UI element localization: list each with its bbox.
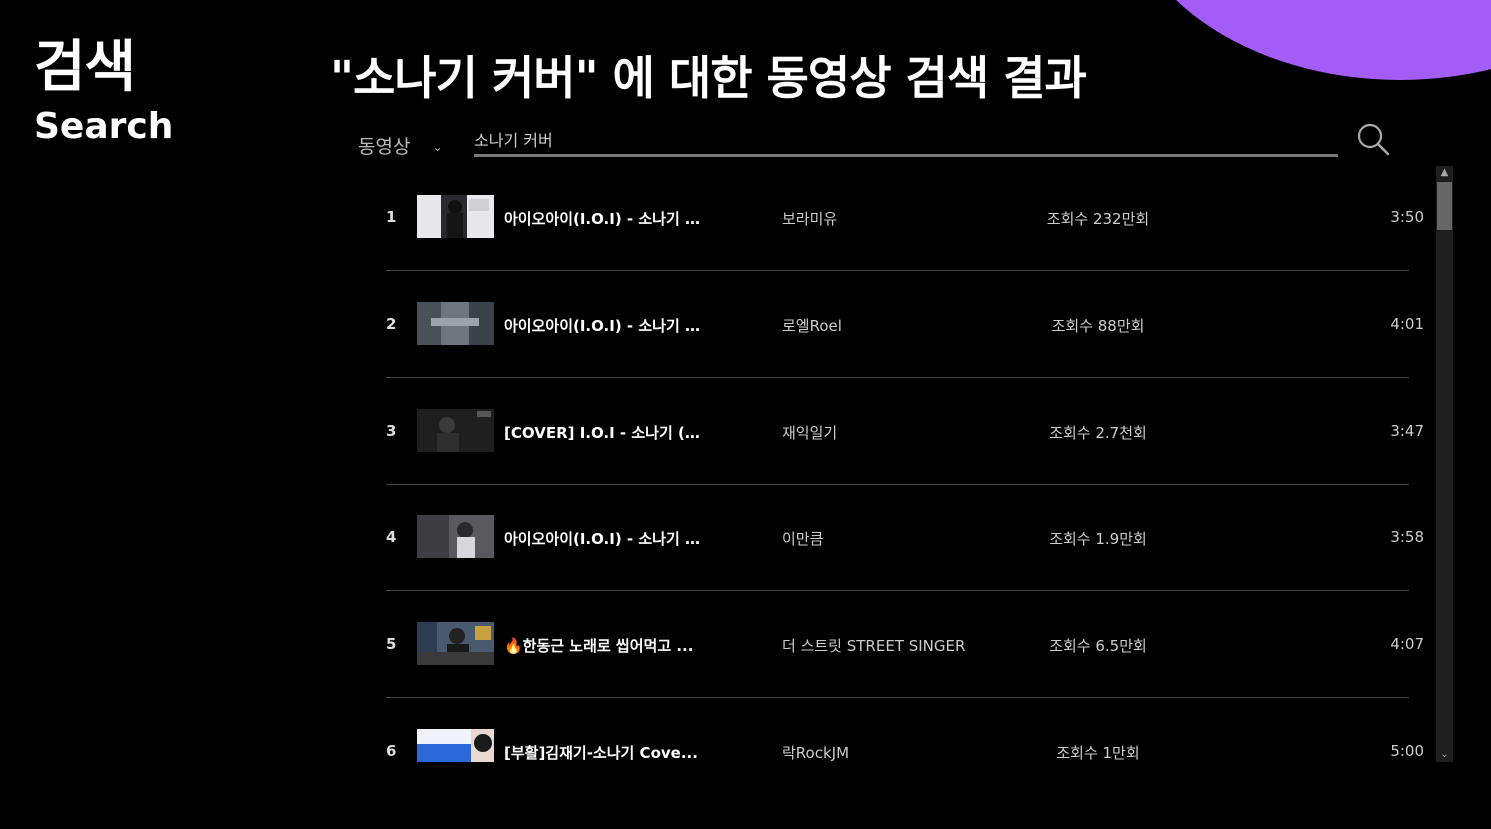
search-icon (1357, 123, 1390, 156)
list-item[interactable]: 1 아이오아이(I.O.I) - 소나기 ... 보라미유 조회수 232만회 … (386, 164, 1424, 271)
video-title[interactable]: 🔥한동근 노래로 씹어먹고 ... (504, 635, 700, 656)
video-duration: 3:58 (1390, 528, 1424, 546)
rank-number: 2 (386, 315, 397, 333)
scroll-down-arrow-icon[interactable]: ⌄ (1436, 748, 1453, 762)
video-title[interactable]: [COVER] I.O.I - 소나기 (... (504, 422, 700, 443)
results-scrollbar[interactable]: ▲ ⌄ (1436, 166, 1453, 762)
channel-name[interactable]: 이만큼 (782, 528, 1022, 549)
channel-name[interactable]: 보라미유 (782, 208, 1022, 229)
decorative-purple-blob (1120, 0, 1491, 80)
video-thumbnail[interactable] (417, 409, 494, 452)
search-type-select[interactable]: 동영상 ⌄ (358, 132, 443, 159)
video-duration: 4:01 (1390, 315, 1424, 333)
channel-name[interactable]: 재익일기 (782, 422, 1022, 443)
view-count: 조회수 88만회 (1051, 317, 1145, 335)
search-type-selected: 동영상 (358, 136, 411, 158)
sidebar-title-english: Search (34, 106, 174, 147)
video-title[interactable]: 아이오아이(I.O.I) - 소나기 ... (504, 315, 700, 336)
video-thumbnail[interactable] (417, 729, 494, 762)
rank-number: 6 (386, 742, 397, 760)
view-count: 조회수 6.5만회 (1049, 637, 1147, 655)
chevron-down-icon: ⌄ (432, 139, 443, 154)
view-count: 조회수 232만회 (1046, 210, 1150, 228)
rank-number: 3 (386, 422, 397, 440)
video-thumbnail[interactable] (417, 302, 494, 345)
channel-name[interactable]: 더 스트릿 STREET SINGER (782, 635, 1022, 656)
rank-number: 5 (386, 635, 397, 653)
scrollbar-thumb[interactable] (1437, 182, 1452, 230)
video-title[interactable]: 아이오아이(I.O.I) - 소나기 ... (504, 528, 700, 549)
search-button[interactable] (1356, 122, 1392, 158)
channel-name[interactable]: 로엘Roel (782, 315, 1022, 336)
rank-number: 4 (386, 528, 397, 546)
scroll-up-arrow-icon[interactable]: ▲ (1436, 166, 1453, 180)
results-list: 1 아이오아이(I.O.I) - 소나기 ... 보라미유 조회수 232만회 … (386, 164, 1454, 762)
video-thumbnail[interactable] (417, 622, 494, 665)
search-input[interactable] (474, 124, 1338, 157)
list-item[interactable]: 2 아이오아이(I.O.I) - 소나기 ... 로엘Roel 조회수 88만회… (386, 271, 1424, 378)
view-count: 조회수 2.7천회 (1049, 424, 1147, 442)
video-thumbnail[interactable] (417, 195, 494, 238)
list-item[interactable]: 6 [부활]김재기-소나기 Cove... 락RockJM 조회수 1만회 5:… (386, 698, 1424, 762)
video-thumbnail[interactable] (417, 515, 494, 558)
channel-name[interactable]: 락RockJM (782, 742, 1022, 762)
list-item[interactable]: 4 아이오아이(I.O.I) - 소나기 ... 이만큼 조회수 1.9만회 3… (386, 484, 1424, 591)
sidebar-title-korean: 검색 (34, 35, 136, 100)
view-count: 조회수 1만회 (1056, 744, 1140, 762)
video-title[interactable]: 아이오아이(I.O.I) - 소나기 ... (504, 208, 700, 229)
list-item[interactable]: 3 [COVER] I.O.I - 소나기 (... 재익일기 조회수 2.7천… (386, 378, 1424, 485)
page-title: "소나기 커버" 에 대한 동영상 검색 결과 (330, 51, 1087, 105)
page: 검색 Search "소나기 커버" 에 대한 동영상 검색 결과 동영상 ⌄ … (0, 0, 1491, 829)
video-duration: 3:50 (1390, 208, 1424, 226)
search-bar: 동영상 ⌄ (358, 122, 1398, 164)
view-count: 조회수 1.9만회 (1049, 530, 1147, 548)
video-title[interactable]: [부활]김재기-소나기 Cove... (504, 742, 700, 762)
rank-number: 1 (386, 208, 397, 226)
video-duration: 3:47 (1390, 422, 1424, 440)
list-item[interactable]: 5 🔥한동근 노래로 씹어먹고 ... 더 스트릿 STREET SINGER … (386, 591, 1424, 698)
video-duration: 4:07 (1390, 635, 1424, 653)
video-duration: 5:00 (1390, 742, 1424, 760)
